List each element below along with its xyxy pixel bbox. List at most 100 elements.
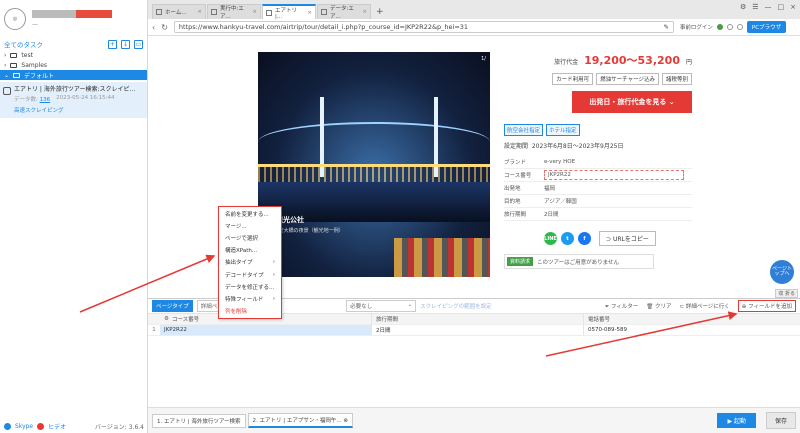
- collapse-button[interactable]: 収 折る: [775, 289, 798, 298]
- workflow-tab-1[interactable]: 1. エアトリ | 海外旅行ツアー検索: [152, 413, 246, 428]
- menu-item-rename[interactable]: 名前を変更する...: [219, 208, 281, 220]
- twitter-icon[interactable]: t: [561, 232, 574, 245]
- add-field-button[interactable]: ⊕ フィールドを追加: [737, 300, 796, 312]
- page-icon: [266, 9, 272, 16]
- period-row: 設定期間 2023年6月8日〜2023年9月25日: [504, 141, 692, 150]
- close-icon[interactable]: ×: [252, 9, 257, 15]
- pagination-select[interactable]: 必要なし ⌄: [346, 300, 417, 312]
- url-copy-button[interactable]: ⊃ URLをコピー: [599, 231, 656, 246]
- menu-item-select-in-page[interactable]: ページで選択: [219, 232, 281, 244]
- menu-item-merge[interactable]: マージ...: [219, 220, 281, 232]
- cookie-icon[interactable]: [736, 24, 743, 30]
- menu-label: ページで選択: [225, 236, 258, 243]
- task-item[interactable]: エアトリ | 海外旅行ツアー検索:スクレイピ... データ数: 136 2023…: [0, 82, 147, 118]
- menu-item-xpath[interactable]: 構造XPath...: [219, 244, 281, 256]
- menu-item-decode-type[interactable]: デコードタイプ ›: [219, 268, 281, 280]
- circle-icon[interactable]: [726, 24, 733, 30]
- line-icon[interactable]: LINE: [544, 232, 557, 245]
- chevron-right-icon: ›: [272, 271, 275, 278]
- folder-add-icon[interactable]: ▭: [134, 39, 143, 49]
- help-video-link[interactable]: ヒデオ: [48, 422, 66, 431]
- cell-period[interactable]: 2日間: [372, 325, 584, 335]
- tab-running[interactable]: 実行中:エア... ×: [207, 4, 261, 20]
- menu-item-special-field[interactable]: 特殊フィールド ›: [219, 293, 281, 305]
- brochure-badge[interactable]: 資料請求: [507, 257, 534, 266]
- close-icon[interactable]: ×: [197, 9, 202, 15]
- detail-key: 旅行期間: [504, 212, 527, 218]
- price-value: 19,200〜53,200: [584, 54, 680, 67]
- pre-login-button[interactable]: 事前ログイン: [680, 23, 713, 31]
- price-label: 旅行代金: [554, 59, 579, 66]
- new-task-icon[interactable]: +: [108, 39, 117, 49]
- settings-icon[interactable]: ⚙: [164, 316, 169, 322]
- tree-item-samples[interactable]: › Samples: [0, 60, 147, 70]
- filter-button[interactable]: ⏷ フィルター: [605, 302, 639, 311]
- filter-icon: ⏷: [604, 303, 610, 310]
- facebook-icon[interactable]: f: [578, 232, 591, 245]
- close-icon[interactable]: ⊗: [343, 418, 348, 424]
- workflow-bar: 1. エアトリ | 海外旅行ツアー検索 2. エアトリ | エアプサン・福岡午.…: [148, 407, 800, 433]
- menu-item-delete-column[interactable]: 列を削除: [219, 305, 281, 317]
- tab-label: ホーム...: [165, 10, 187, 16]
- workflow-tab-2[interactable]: 2. エアトリ | エアプサン・福岡午... ⊗: [247, 413, 353, 428]
- close-icon[interactable]: ×: [362, 9, 367, 15]
- column-header-phone[interactable]: 電話番号: [584, 314, 796, 324]
- photo-thumbnail[interactable]: [394, 238, 490, 277]
- settings-icon[interactable]: ⚙: [740, 3, 746, 11]
- account-info[interactable]: —: [32, 10, 112, 28]
- minimize-button[interactable]: —: [765, 3, 772, 11]
- tour-photo[interactable]: 1/ 韓国観光公社 ポル 広安大橋の夜景（観光地一例）: [258, 52, 490, 277]
- row-number: 1: [152, 327, 156, 333]
- start-button[interactable]: ▶ 起動: [717, 413, 756, 428]
- new-tab-button[interactable]: +: [372, 7, 388, 19]
- chevron-down-icon[interactable]: ⌄: [4, 72, 9, 79]
- departure-price-button[interactable]: 出発日・旅行代金を見る ⌄: [572, 91, 692, 113]
- photo-counter: 1/: [481, 56, 486, 62]
- scrape-range-link[interactable]: スクレイピングの範囲を設定: [420, 302, 492, 310]
- clear-button[interactable]: 🗑 クリア: [646, 302, 671, 310]
- detail-value-course-no[interactable]: JKP2R22: [544, 170, 684, 180]
- all-tasks-label[interactable]: 全てのタスク: [4, 39, 43, 49]
- back-icon[interactable]: ‹: [152, 23, 155, 32]
- save-button[interactable]: 保存: [765, 412, 796, 429]
- import-icon[interactable]: ↓: [121, 39, 130, 49]
- tour-info: 旅行代金 19,200〜53,200 円 カード利用可 燃油サーチャージ込み 諸…: [504, 52, 692, 269]
- tab-airtrip[interactable]: エアトリ |... ×: [262, 4, 316, 20]
- pc-browser-button[interactable]: PCブラウザ: [746, 21, 787, 33]
- fuel-surcharge-chip[interactable]: 燃油サーチャージ込み: [596, 73, 659, 85]
- menu-label: 名前を変更する...: [225, 212, 269, 219]
- menu-label: デコードタイプ: [225, 272, 264, 279]
- tab-home[interactable]: ホーム... ×: [152, 4, 206, 19]
- page-top-button[interactable]: ページトップへ: [770, 260, 794, 284]
- tree-item-default[interactable]: ⌄ デフォルト: [0, 70, 147, 80]
- menu-item-extract-type[interactable]: 抽出タイプ ›: [219, 256, 281, 268]
- column-header-period[interactable]: 旅行期間: [372, 314, 584, 324]
- column-label: コース番号: [171, 317, 200, 323]
- tree-item-test[interactable]: › test: [0, 50, 147, 60]
- menu-icon[interactable]: ☰: [752, 3, 758, 11]
- reload-icon[interactable]: ↻: [161, 23, 168, 32]
- data-count-link[interactable]: 136: [40, 97, 51, 103]
- menu-item-modify-data[interactable]: データを修正する...: [219, 281, 281, 293]
- page-type-tab[interactable]: ページタイプ: [152, 300, 193, 312]
- chevron-right-icon[interactable]: ›: [4, 52, 6, 59]
- skype-icon[interactable]: [4, 422, 11, 430]
- edit-url-icon[interactable]: ✎: [663, 23, 668, 31]
- cell-course[interactable]: JKP2R22: [160, 325, 372, 335]
- taxes-chip[interactable]: 諸税等別: [661, 73, 692, 85]
- maximize-button[interactable]: □: [778, 3, 785, 11]
- bridge-cable: [258, 122, 490, 162]
- fast-scrape-link[interactable]: 高速スクレイピング: [14, 106, 143, 114]
- table-row[interactable]: 1 JKP2R22 2日間 0570-089-589: [148, 325, 800, 336]
- cell-phone[interactable]: 0570-089-589: [584, 325, 796, 335]
- chevron-right-icon[interactable]: ›: [4, 62, 6, 69]
- skype-link[interactable]: Skype: [15, 423, 33, 430]
- video-icon[interactable]: [37, 422, 45, 430]
- close-window-button[interactable]: ×: [790, 3, 796, 11]
- close-icon[interactable]: ×: [307, 10, 312, 16]
- url-field[interactable]: https://www.hankyu-travel.com/airtrip/to…: [173, 21, 674, 33]
- tab-data[interactable]: データ:エア... ×: [317, 4, 371, 20]
- tree-item-label: test: [21, 51, 33, 59]
- goto-detail-button[interactable]: ⊂ 詳細ページに行く: [680, 302, 730, 310]
- folder-icon: [10, 62, 18, 68]
